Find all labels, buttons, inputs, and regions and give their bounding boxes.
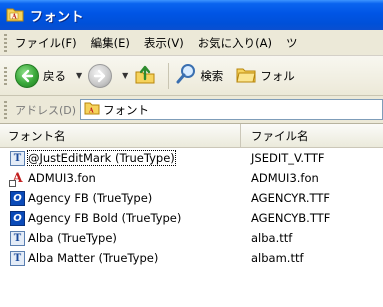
font-file: alba.ttf — [251, 231, 293, 245]
folder-icon: A — [6, 6, 24, 25]
list-item[interactable]: T @JustEditMark (TrueType) JSEDIT_V.TTF — [0, 148, 383, 168]
forward-dropdown-icon[interactable]: ▼ — [122, 71, 128, 80]
truetype-font-icon: T — [10, 250, 25, 266]
back-button[interactable]: 戻る — [15, 63, 66, 88]
menu-edit[interactable]: 編集(E) — [91, 35, 130, 51]
list-header: フォント名 ファイル名 — [0, 124, 383, 148]
address-label: アドレス(D) — [15, 103, 77, 117]
forward-arrow-icon — [88, 63, 113, 88]
search-icon — [175, 63, 197, 88]
title-bar[interactable]: A フォント — [0, 0, 383, 30]
menu-view[interactable]: 表示(V) — [144, 35, 184, 51]
truetype-font-icon: T — [10, 230, 25, 246]
list-item[interactable]: O Agency FB (TrueType) AGENCYR.TTF — [0, 188, 383, 208]
list-item[interactable]: A ADMUI3.fon ADMUI3.fon — [0, 168, 383, 188]
font-name: Alba (TrueType) — [28, 231, 117, 245]
back-dropdown-icon[interactable]: ▼ — [76, 71, 82, 80]
menubar-grip[interactable] — [4, 33, 7, 52]
opentype-font-icon: O — [10, 190, 25, 206]
font-file: ADMUI3.fon — [251, 171, 319, 185]
list-item[interactable]: O Agency FB Bold (TrueType) AGENCYB.TTF — [0, 208, 383, 228]
menu-file[interactable]: ファイル(F) — [15, 35, 77, 51]
folders-icon — [235, 63, 257, 88]
list-item[interactable]: T Alba (TrueType) alba.ttf — [0, 228, 383, 248]
column-header-file[interactable]: ファイル名 — [241, 124, 383, 147]
folder-icon: A — [84, 101, 100, 118]
toolbar: 戻る ▼ ▼ 検索 フォル — [0, 56, 383, 96]
folders-button[interactable]: フォル — [235, 63, 295, 88]
window-title: フォント — [30, 9, 85, 25]
opentype-font-icon: O — [10, 210, 25, 226]
menu-bar: ファイル(F) 編集(E) 表示(V) お気に入り(A) ツ — [0, 30, 383, 56]
bitmap-font-icon: A — [9, 171, 25, 187]
font-list: フォント名 ファイル名 T @JustEditMark (TrueType) J… — [0, 124, 383, 307]
folders-label: フォル — [260, 68, 295, 83]
toolbar-grip[interactable] — [4, 66, 7, 85]
list-item[interactable]: T Alba Matter (TrueType) albam.ttf — [0, 248, 383, 268]
font-file: AGENCYB.TTF — [251, 211, 331, 225]
back-label: 戻る — [43, 68, 66, 83]
up-folder-button[interactable] — [134, 63, 156, 88]
menu-favorites[interactable]: お気に入り(A) — [198, 35, 272, 51]
menu-tools[interactable]: ツ — [286, 35, 298, 51]
address-bar: アドレス(D) A フォント — [0, 96, 383, 124]
forward-button[interactable] — [88, 63, 113, 88]
address-input[interactable]: A フォント — [80, 99, 383, 120]
addressbar-grip[interactable] — [4, 100, 7, 119]
truetype-font-icon: T — [10, 150, 25, 166]
svg-text:A: A — [11, 13, 17, 20]
up-folder-icon — [134, 63, 156, 88]
toolbar-separator — [168, 62, 170, 89]
svg-text:A: A — [88, 108, 94, 115]
font-file: AGENCYR.TTF — [251, 191, 330, 205]
font-name: @JustEditMark (TrueType) — [27, 150, 176, 166]
back-arrow-icon — [15, 63, 39, 88]
font-name: Agency FB (TrueType) — [28, 191, 153, 205]
search-button[interactable]: 検索 — [175, 63, 223, 88]
column-header-name[interactable]: フォント名 — [0, 124, 241, 147]
font-name: ADMUI3.fon — [28, 171, 96, 185]
font-name: Agency FB Bold (TrueType) — [28, 211, 182, 225]
font-file: albam.ttf — [251, 251, 304, 265]
address-value: フォント — [103, 102, 150, 117]
font-name: Alba Matter (TrueType) — [28, 251, 159, 265]
font-file: JSEDIT_V.TTF — [251, 151, 325, 165]
search-label: 検索 — [200, 68, 224, 83]
